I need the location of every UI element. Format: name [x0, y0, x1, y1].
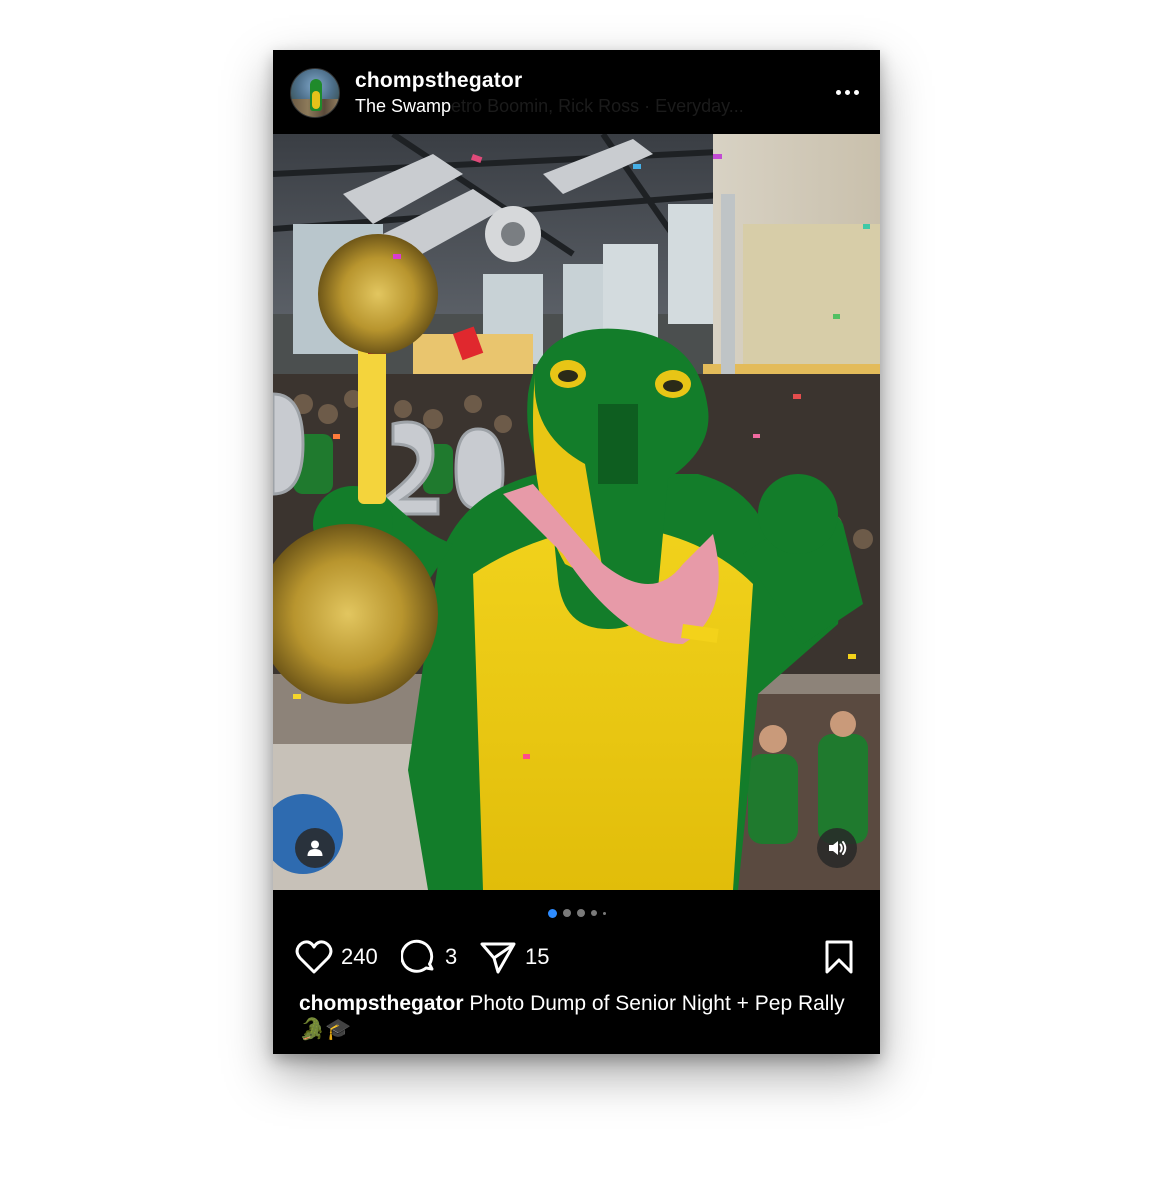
- carousel-dot: [562, 909, 571, 917]
- heart-icon: [295, 940, 333, 974]
- bookmark-icon: [825, 940, 853, 974]
- paper-plane-icon: [480, 942, 516, 974]
- carousel-dot: [590, 910, 597, 916]
- profile-avatar[interactable]: [290, 68, 340, 118]
- comment-bubble-icon: [401, 939, 434, 973]
- more-options-icon[interactable]: [829, 82, 865, 102]
- audio-toggle-button[interactable]: [817, 828, 857, 868]
- caption-username[interactable]: chompsthegator: [299, 992, 464, 1015]
- carousel-dot: [576, 909, 585, 917]
- action-bar: 240 3 15: [273, 934, 880, 980]
- tagged-users-button[interactable]: [295, 828, 335, 868]
- like-button[interactable]: 240: [295, 939, 378, 975]
- carousel-dot-active: [547, 908, 557, 918]
- share-button[interactable]: 15: [479, 939, 549, 975]
- more-dot: [853, 89, 859, 95]
- like-count: 240: [341, 944, 378, 969]
- post-photo: [273, 134, 880, 890]
- post-username[interactable]: chompsthegator: [355, 69, 522, 93]
- post-audio-track[interactable]: etro Boomin, Rick Ross · Everyday...: [451, 96, 744, 116]
- carousel-indicator: [273, 908, 880, 918]
- save-button[interactable]: [823, 939, 855, 975]
- more-dot: [835, 89, 841, 95]
- comment-button[interactable]: 3: [401, 939, 457, 975]
- user-tag-icon: [307, 840, 323, 856]
- post-subline: The Swampetro Boomin, Rick Ross · Everyd…: [355, 96, 744, 117]
- post-header: chompsthegator The Swampetro Boomin, Ric…: [273, 50, 880, 134]
- instagram-post-card: chompsthegator The Swampetro Boomin, Ric…: [273, 50, 880, 1054]
- avatar-mascot-belly: [312, 91, 320, 109]
- comment-count: 3: [445, 944, 458, 969]
- carousel-dot: [602, 911, 606, 915]
- post-caption: chompsthegator Photo Dump of Senior Nigh…: [299, 991, 859, 1043]
- speaker-on-icon: [829, 841, 847, 855]
- more-dot: [844, 89, 850, 95]
- post-location[interactable]: The Swamp: [355, 96, 451, 116]
- post-media[interactable]: [273, 134, 880, 890]
- share-count: 15: [525, 944, 550, 969]
